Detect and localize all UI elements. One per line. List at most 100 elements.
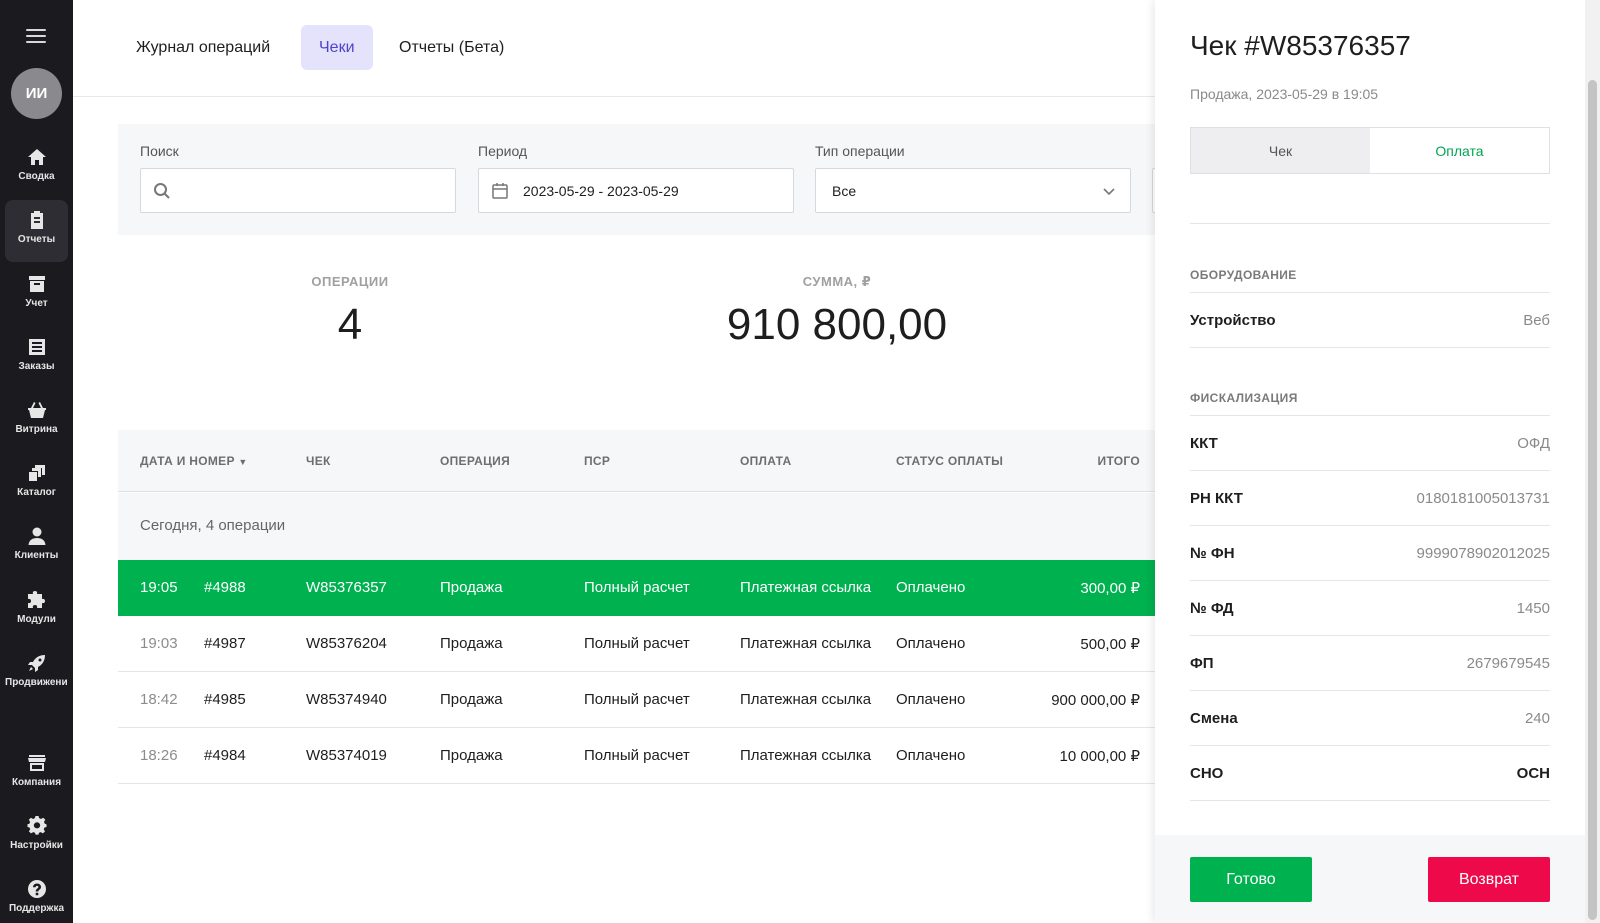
tab-operations-journal[interactable]: Журнал операций bbox=[118, 25, 288, 70]
sidebar-item-promotion[interactable]: Продвижение bbox=[5, 643, 68, 705]
sum-label: СУММА, ₽ bbox=[802, 274, 872, 289]
fiscal-key: Смена bbox=[1190, 710, 1238, 727]
sidebar-item-label: Отчеты bbox=[17, 234, 56, 245]
equipment-section-title: ОБОРУДОВАНИЕ bbox=[1190, 268, 1297, 282]
top-tabs: Журнал операций Чеки Отчеты (Бета) bbox=[73, 0, 1155, 97]
receipt-subtitle: Продажа, 2023-05-29 в 19:05 bbox=[1190, 86, 1379, 102]
column-header-operation: ОПЕРАЦИЯ bbox=[440, 454, 510, 468]
avatar[interactable]: ИИ bbox=[11, 68, 62, 119]
fiscal-key: ККТ bbox=[1190, 435, 1218, 452]
menu-icon[interactable] bbox=[26, 29, 46, 43]
rocket-icon bbox=[27, 655, 45, 672]
basket-icon bbox=[27, 402, 46, 418]
device-label: Устройство bbox=[1190, 312, 1276, 329]
sidebar-item-accounting[interactable]: Учет bbox=[5, 264, 68, 326]
row-payment: Платежная ссылка bbox=[740, 635, 872, 652]
row-status: Оплачено bbox=[896, 635, 966, 652]
user-icon bbox=[28, 527, 45, 545]
sidebar-item-summary[interactable]: Сводка bbox=[5, 137, 68, 199]
sort-caret-icon: ▼ bbox=[238, 457, 248, 467]
row-check: W85374019 bbox=[306, 747, 387, 764]
row-number: #4987 bbox=[204, 635, 246, 652]
row-number: #4985 bbox=[204, 691, 246, 708]
tab-receipt[interactable]: Чек bbox=[1191, 128, 1370, 173]
sidebar-item-orders[interactable]: Заказы bbox=[5, 327, 68, 389]
sidebar-item-reports[interactable]: Отчеты bbox=[5, 200, 68, 262]
fiscal-value: 9999078902012025 bbox=[1416, 545, 1550, 562]
row-operation: Продажа bbox=[440, 635, 503, 652]
row-payment: Платежная ссылка bbox=[740, 691, 872, 708]
sidebar-item-catalog[interactable]: Каталог bbox=[5, 453, 68, 515]
search-input[interactable] bbox=[140, 168, 456, 213]
sidebar-item-label: Поддержка bbox=[8, 903, 65, 914]
device-value: Веб bbox=[1523, 312, 1550, 329]
sidebar-item-label: Каталог bbox=[17, 487, 56, 498]
sidebar-item-modules[interactable]: Модули bbox=[5, 580, 68, 642]
fiscal-row: № ФН 9999078902012025 bbox=[1190, 526, 1550, 581]
sidebar-item-storefront[interactable]: Витрина bbox=[5, 390, 68, 452]
tab-checks[interactable]: Чеки bbox=[301, 25, 373, 70]
orders-icon bbox=[28, 339, 45, 355]
row-payment: Платежная ссылка bbox=[740, 579, 872, 596]
fiscal-value: ОСН bbox=[1516, 765, 1550, 782]
sidebar-item-settings[interactable]: Настройки bbox=[5, 806, 68, 868]
row-time: 18:26 bbox=[140, 747, 178, 764]
table-row[interactable]: 18:26 #4984 W85374019 Продажа Полный рас… bbox=[118, 728, 1155, 784]
column-header-psr: ПСР bbox=[584, 454, 611, 468]
home-icon bbox=[27, 149, 46, 165]
row-time: 19:05 bbox=[140, 579, 178, 596]
fiscal-row: № ФД 1450 bbox=[1190, 581, 1550, 636]
row-status: Оплачено bbox=[896, 691, 966, 708]
row-time: 19:03 bbox=[140, 635, 178, 652]
group-header: Сегодня, 4 операции bbox=[118, 493, 1155, 560]
operations-count-value: 4 bbox=[337, 300, 363, 349]
column-header-date[interactable]: ДАТА И НОМЕР ▼ bbox=[140, 454, 248, 468]
tab-payment[interactable]: Оплата bbox=[1370, 128, 1549, 173]
archive-icon bbox=[28, 276, 45, 292]
table-row[interactable]: 19:03 #4987 W85376204 Продажа Полный рас… bbox=[118, 616, 1155, 672]
fiscal-key: РН ККТ bbox=[1190, 490, 1243, 507]
fiscal-row: СНО ОСН bbox=[1190, 746, 1550, 801]
operation-type-select[interactable]: Все bbox=[815, 168, 1131, 213]
sidebar-item-label: Настройки bbox=[10, 840, 63, 851]
refund-button[interactable]: Возврат bbox=[1428, 857, 1550, 902]
row-number: #4984 bbox=[204, 747, 246, 764]
row-operation: Продажа bbox=[440, 747, 503, 764]
done-button[interactable]: Готово bbox=[1190, 857, 1312, 902]
gear-icon bbox=[27, 816, 46, 835]
scrollbar-thumb[interactable] bbox=[1588, 80, 1597, 920]
column-header-check: ЧЕК bbox=[306, 454, 331, 468]
search-label: Поиск bbox=[140, 143, 179, 159]
device-row: Устройство Веб bbox=[1190, 293, 1550, 348]
operation-type-value: Все bbox=[832, 182, 857, 199]
fiscal-value: 0180181005013731 bbox=[1416, 490, 1550, 507]
operation-type-label: Тип операции bbox=[815, 143, 905, 159]
period-field[interactable]: 2023-05-29 - 2023-05-29 bbox=[478, 168, 794, 213]
sidebar-item-label: Учет bbox=[25, 298, 48, 309]
sidebar: ИИ Сводка Отчеты Учет Заказы Витрина Кат… bbox=[0, 0, 73, 923]
period-label: Период bbox=[478, 143, 528, 159]
fiscal-row: Смена 240 bbox=[1190, 691, 1550, 746]
row-check: W85376204 bbox=[306, 635, 387, 652]
sidebar-item-support[interactable]: Поддержка bbox=[5, 869, 68, 923]
clipboard-icon bbox=[30, 211, 43, 229]
table-row[interactable]: 18:42 #4985 W85374940 Продажа Полный рас… bbox=[118, 672, 1155, 728]
sidebar-item-label: Продвижение bbox=[5, 677, 68, 688]
table-header: ДАТА И НОМЕР ▼ ЧЕК ОПЕРАЦИЯ ПСР ОПЛАТА С… bbox=[118, 430, 1155, 492]
fiscal-key: № ФН bbox=[1190, 545, 1235, 562]
column-header-payment: ОПЛАТА bbox=[740, 454, 792, 468]
sum-value: 910 800,00 bbox=[726, 300, 948, 349]
row-check: W85374940 bbox=[306, 691, 387, 708]
table-row[interactable]: 19:05 #4988 W85376357 Продажа Полный рас… bbox=[118, 560, 1155, 616]
operations-count-label: ОПЕРАЦИИ bbox=[311, 274, 389, 289]
period-value: 2023-05-29 - 2023-05-29 bbox=[523, 182, 679, 199]
tab-reports-beta[interactable]: Отчеты (Бета) bbox=[381, 25, 522, 70]
row-operation: Продажа bbox=[440, 579, 503, 596]
row-check: W85376357 bbox=[306, 579, 387, 596]
sidebar-item-clients[interactable]: Клиенты bbox=[5, 516, 68, 578]
help-icon bbox=[27, 880, 46, 898]
chevron-down-icon bbox=[1103, 187, 1115, 195]
receipt-view-toggle: Чек Оплата bbox=[1190, 127, 1550, 174]
sidebar-item-company[interactable]: Компания bbox=[5, 743, 68, 805]
fiscal-row: РН ККТ 0180181005013731 bbox=[1190, 471, 1550, 526]
